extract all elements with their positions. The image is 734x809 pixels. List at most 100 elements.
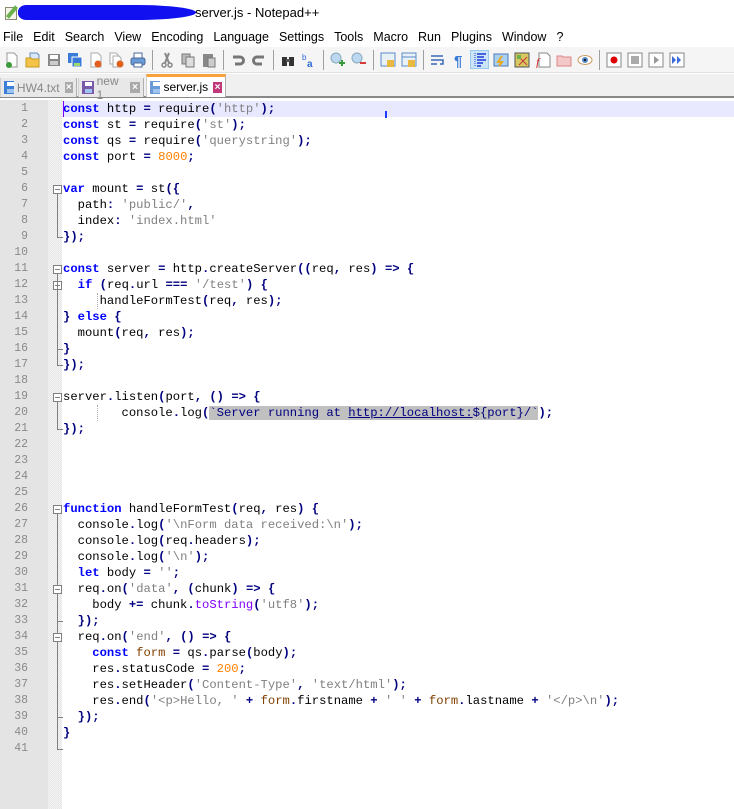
menu-tools[interactable]: Tools [330, 30, 369, 44]
code-line[interactable]: 38 res.end('<p>Hello, ' + form.firstname… [0, 693, 734, 709]
code-line[interactable]: 18 [0, 373, 734, 389]
code-line[interactable]: 7 path: 'public/', [0, 197, 734, 213]
print-button[interactable] [128, 50, 147, 69]
tab-close-icon[interactable]: × [213, 81, 222, 93]
code-line[interactable]: 26 function handleFormTest(req, res) { [0, 501, 734, 517]
indent-guide-button[interactable] [470, 50, 489, 69]
code-line[interactable]: 37 res.setHeader('Content-Type', 'text/h… [0, 677, 734, 693]
fold-toggle-icon[interactable] [53, 505, 62, 514]
code-line[interactable]: 12 if (req.url === '/test') { [0, 277, 734, 293]
menu-help[interactable]: ? [552, 30, 569, 44]
sync-vertical-button[interactable] [378, 50, 397, 69]
code-line[interactable]: 14} else { [0, 309, 734, 325]
undo-button[interactable] [228, 50, 247, 69]
record-macro-button[interactable] [604, 50, 623, 69]
code-line[interactable]: 4 const port = 8000; [0, 149, 734, 165]
code-line[interactable]: 31 req.on('data', (chunk) => { [0, 581, 734, 597]
menu-macro[interactable]: Macro [369, 30, 414, 44]
tab-close-icon[interactable]: × [130, 82, 140, 93]
code-line[interactable]: 3 const qs = require('querystring'); [0, 133, 734, 149]
code-editor[interactable]: 1 const http = require('http'); 2 const st … [0, 100, 734, 809]
fold-toggle-icon[interactable] [53, 633, 62, 642]
code-line[interactable]: 25 [0, 485, 734, 501]
cut-button[interactable] [157, 50, 176, 69]
open-file-button[interactable] [23, 50, 42, 69]
udl-button[interactable] [491, 50, 510, 69]
code-line[interactable]: 15 mount(req, res); [0, 325, 734, 341]
fold-toggle-icon[interactable] [53, 393, 62, 402]
token-op: ( [187, 582, 195, 596]
code-line[interactable]: 8 index: 'index.html' [0, 213, 734, 229]
code-line[interactable]: 39 }); [0, 709, 734, 725]
menu-run[interactable]: Run [414, 30, 447, 44]
fold-toggle-icon[interactable] [53, 265, 62, 274]
code-line[interactable]: 5 [0, 165, 734, 181]
sync-horizontal-button[interactable] [399, 50, 418, 69]
replace-button[interactable]: ba [299, 50, 318, 69]
code-line[interactable]: 16} [0, 341, 734, 357]
playback-button[interactable] [646, 50, 665, 69]
tab-new-1[interactable]: new 1 × [78, 74, 144, 102]
zoom-in-button[interactable] [328, 50, 347, 69]
code-line[interactable]: 1 const http = require('http'); [0, 101, 734, 117]
code-line[interactable]: 13 handleFormTest(req, res); [0, 293, 734, 309]
doc-map-button[interactable] [512, 50, 531, 69]
toolbar-separator [223, 49, 224, 70]
save-button[interactable] [44, 50, 63, 69]
paste-button[interactable] [199, 50, 218, 69]
menu-plugins[interactable]: Plugins [447, 30, 498, 44]
stop-record-button[interactable] [625, 50, 644, 69]
menu-view[interactable]: View [110, 30, 147, 44]
code-line[interactable]: 23 [0, 453, 734, 469]
fold-toggle-icon[interactable] [53, 585, 62, 594]
code-line[interactable]: 24 [0, 469, 734, 485]
code-line[interactable]: 20 console.log(`Server running at http:/… [0, 405, 734, 421]
menu-encoding[interactable]: Encoding [147, 30, 209, 44]
code-line[interactable]: 27 console.log('\nForm data received:\n'… [0, 517, 734, 533]
zoom-out-button[interactable] [349, 50, 368, 69]
code-line[interactable]: 30 let body = ''; [0, 565, 734, 581]
code-line[interactable]: 36 res.statusCode = 200; [0, 661, 734, 677]
function-list-button[interactable]: f [533, 50, 552, 69]
run-multiple-button[interactable] [667, 50, 686, 69]
code-line[interactable]: 17}); [0, 357, 734, 373]
code-line[interactable]: 21}); [0, 421, 734, 437]
close-all-button[interactable] [107, 50, 126, 69]
show-all-chars-button[interactable]: ¶ [449, 50, 468, 69]
new-file-button[interactable] [2, 50, 21, 69]
menu-edit[interactable]: Edit [29, 30, 61, 44]
code-line[interactable]: 29 console.log('\n'); [0, 549, 734, 565]
menu-search[interactable]: Search [61, 30, 111, 44]
token-op: ; [187, 150, 195, 164]
menu-file[interactable]: File [0, 30, 29, 44]
tab-hw4-txt[interactable]: HW4.txt × [0, 78, 77, 97]
code-line[interactable]: 19 server.listen(port, () => { [0, 389, 734, 405]
code-line[interactable]: 40} [0, 725, 734, 741]
code-line[interactable]: 6 var mount = st({ [0, 181, 734, 197]
code-line[interactable]: 22 [0, 437, 734, 453]
code-line[interactable]: 32 body += chunk.toString('utf8'); [0, 597, 734, 613]
code-line[interactable]: 10 [0, 245, 734, 261]
folder-workspace-button[interactable] [554, 50, 573, 69]
monitoring-button[interactable] [575, 50, 594, 69]
menu-settings[interactable]: Settings [275, 30, 330, 44]
code-line[interactable]: 28 console.log(req.headers); [0, 533, 734, 549]
code-line[interactable]: 35 const form = qs.parse(body); [0, 645, 734, 661]
find-button[interactable] [278, 50, 297, 69]
save-all-button[interactable] [65, 50, 84, 69]
menu-window[interactable]: Window [498, 30, 552, 44]
code-line[interactable]: 9}); [0, 229, 734, 245]
code-line[interactable]: 33 }); [0, 613, 734, 629]
fold-toggle-icon[interactable] [53, 185, 62, 194]
redo-button[interactable] [249, 50, 268, 69]
tab-close-icon[interactable]: × [64, 82, 73, 93]
code-line[interactable]: 41 [0, 741, 734, 757]
menu-language[interactable]: Language [209, 30, 275, 44]
code-line[interactable]: 2 const st = require('st'); [0, 117, 734, 133]
copy-button[interactable] [178, 50, 197, 69]
code-line[interactable]: 34 req.on('end', () => { [0, 629, 734, 645]
word-wrap-button[interactable] [428, 50, 447, 69]
close-file-button[interactable] [86, 50, 105, 69]
tab-server-js[interactable]: server.js × [146, 74, 226, 97]
code-line[interactable]: 11 const server = http.createServer((req,… [0, 261, 734, 277]
